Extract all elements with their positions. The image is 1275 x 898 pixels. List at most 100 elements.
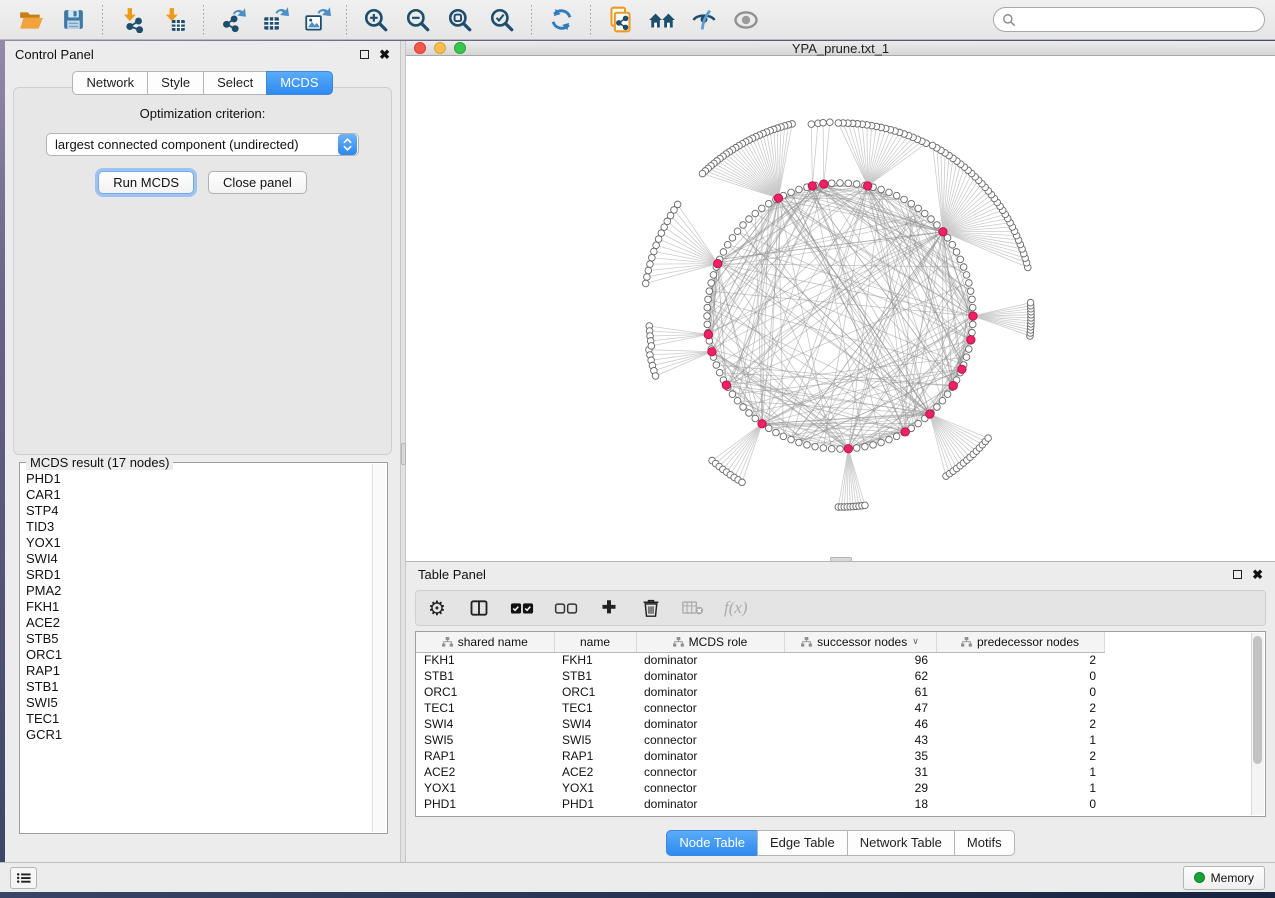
search-input[interactable] — [1016, 13, 1256, 27]
open-session-icon[interactable] — [14, 4, 48, 36]
deselect-all-icon[interactable] — [554, 596, 578, 620]
close-table-panel-icon[interactable]: ✖ — [1252, 570, 1263, 579]
table-row[interactable]: ACE2ACE2connector311 — [416, 764, 1104, 780]
search-icon — [1002, 13, 1016, 27]
table-row[interactable]: PHD1PHD1dominator180 — [416, 796, 1104, 812]
tab-mcds[interactable]: MCDS — [266, 71, 332, 95]
export-image-icon[interactable] — [300, 4, 334, 36]
table-cell: 31 — [784, 764, 936, 780]
mcds-node-item[interactable]: STP4 — [26, 503, 371, 519]
mcds-result-list[interactable]: PHD1CAR1STP4TID3YOX1SWI4SRD1PMA2FKH1ACE2… — [26, 471, 371, 831]
table-scrollbar[interactable] — [1251, 633, 1264, 815]
control-panel: Control Panel ✖ NetworkStyleSelectMCDS O… — [5, 41, 400, 862]
import-network-icon[interactable] — [115, 4, 149, 36]
mcds-node-item[interactable]: SWI5 — [26, 695, 371, 711]
share-document-icon[interactable] — [603, 4, 637, 36]
export-network-icon[interactable] — [216, 4, 250, 36]
table-cell: STB1 — [554, 668, 636, 684]
table-cell: 1 — [936, 732, 1104, 748]
select-all-icon[interactable] — [510, 596, 534, 620]
mcds-node-item[interactable]: FKH1 — [26, 599, 371, 615]
table-cell: 2 — [936, 652, 1104, 668]
tab-network-table[interactable]: Network Table — [847, 830, 955, 856]
table-row[interactable]: STB1STB1dominator620 — [416, 668, 1104, 684]
mcds-node-item[interactable]: RAP1 — [26, 663, 371, 679]
select-stepper-icon — [338, 134, 357, 155]
zoom-selected-icon[interactable] — [485, 4, 519, 36]
tab-network[interactable]: Network — [72, 71, 148, 95]
sort-desc-icon: ∨ — [912, 636, 919, 647]
export-table-icon[interactable] — [258, 4, 292, 36]
table-cell: 2 — [936, 700, 1104, 716]
horizontal-splitter-handle[interactable] — [830, 557, 852, 562]
table-cell: 1 — [936, 780, 1104, 796]
delete-column-icon[interactable] — [640, 596, 662, 620]
table-scrollbar-thumb[interactable] — [1253, 636, 1262, 764]
toolbar-separator — [346, 5, 347, 35]
mcds-node-item[interactable]: CAR1 — [26, 487, 371, 503]
tab-node-table[interactable]: Node Table — [666, 830, 758, 856]
hide-selected-icon[interactable] — [687, 4, 721, 36]
table-cell: YOX1 — [554, 780, 636, 796]
table-row[interactable]: SWI5SWI5connector431 — [416, 732, 1104, 748]
column-header-successor-nodes[interactable]: successor nodes∨ — [784, 632, 936, 652]
mcds-node-item[interactable]: TID3 — [26, 519, 371, 535]
table-row[interactable]: YOX1YOX1connector291 — [416, 780, 1104, 796]
mcds-node-item[interactable]: STB1 — [26, 679, 371, 695]
criterion-select[interactable]: largest connected component (undirected) — [46, 133, 359, 156]
column-header-shared-name[interactable]: shared name — [416, 632, 554, 652]
mcds-list-scrollbar[interactable] — [372, 464, 386, 832]
memory-button[interactable]: Memory — [1183, 866, 1265, 890]
zoom-in-icon[interactable] — [359, 4, 393, 36]
tab-edge-table[interactable]: Edge Table — [757, 830, 848, 856]
tab-style[interactable]: Style — [147, 71, 204, 95]
column-header-predecessor-nodes[interactable]: predecessor nodes — [936, 632, 1104, 652]
network-canvas[interactable] — [406, 56, 1275, 561]
network-window-titlebar[interactable]: YPA_prune.txt_1 — [406, 41, 1275, 56]
float-panel-icon[interactable] — [360, 50, 369, 59]
mcds-node-item[interactable]: ORC1 — [26, 647, 371, 663]
table-row[interactable]: RAP1RAP1dominator352 — [416, 748, 1104, 764]
mcds-node-item[interactable]: PMA2 — [26, 583, 371, 599]
table-cell: TEC1 — [554, 700, 636, 716]
add-column-icon[interactable]: ✚ — [598, 596, 620, 620]
mcds-node-item[interactable]: ACE2 — [26, 615, 371, 631]
table-row[interactable]: SWI4SWI4dominator462 — [416, 716, 1104, 732]
table-row[interactable]: ORC1ORC1dominator610 — [416, 684, 1104, 700]
table-row[interactable]: FKH1FKH1dominator962 — [416, 652, 1104, 668]
tab-motifs[interactable]: Motifs — [954, 830, 1015, 856]
node-table-grid[interactable]: shared namenameMCDS rolesuccessor nodes∨… — [416, 632, 1105, 812]
close-panel-button[interactable]: Close panel — [208, 171, 307, 194]
delete-table-icon — [682, 596, 704, 620]
first-neighbors-icon[interactable] — [645, 4, 679, 36]
table-row[interactable]: TEC1TEC1connector472 — [416, 700, 1104, 716]
show-column-icon[interactable] — [468, 596, 490, 620]
mcds-node-item[interactable]: YOX1 — [26, 535, 371, 551]
mcds-node-item[interactable]: SRD1 — [26, 567, 371, 583]
column-header-name[interactable]: name — [554, 632, 636, 652]
mcds-node-item[interactable]: TEC1 — [26, 711, 371, 727]
tab-select[interactable]: Select — [203, 71, 267, 95]
table-cell: ORC1 — [416, 684, 554, 700]
column-header-MCDS-role[interactable]: MCDS role — [636, 632, 784, 652]
zoom-fit-icon[interactable] — [443, 4, 477, 36]
mcds-node-item[interactable]: GCR1 — [26, 727, 371, 743]
table-tabs: Node TableEdge TableNetwork TableMotifs — [406, 830, 1275, 856]
settings-gear-icon[interactable]: ⚙ — [426, 596, 448, 620]
search-box[interactable] — [993, 7, 1265, 32]
table-cell: ACE2 — [554, 764, 636, 780]
mcds-node-item[interactable]: PHD1 — [26, 471, 371, 487]
import-table-icon[interactable] — [157, 4, 191, 36]
mcds-node-item[interactable]: STB5 — [26, 631, 371, 647]
refresh-icon[interactable] — [544, 4, 578, 36]
table-cell: connector — [636, 732, 784, 748]
save-session-icon[interactable] — [56, 4, 90, 36]
close-panel-icon[interactable]: ✖ — [379, 50, 390, 59]
table-cell: 47 — [784, 700, 936, 716]
float-table-panel-icon[interactable] — [1233, 570, 1242, 579]
zoom-out-icon[interactable] — [401, 4, 435, 36]
task-history-button[interactable] — [10, 867, 37, 889]
mcds-node-item[interactable]: SWI4 — [26, 551, 371, 567]
show-all-icon[interactable] — [729, 4, 763, 36]
run-mcds-button[interactable]: Run MCDS — [98, 171, 194, 194]
